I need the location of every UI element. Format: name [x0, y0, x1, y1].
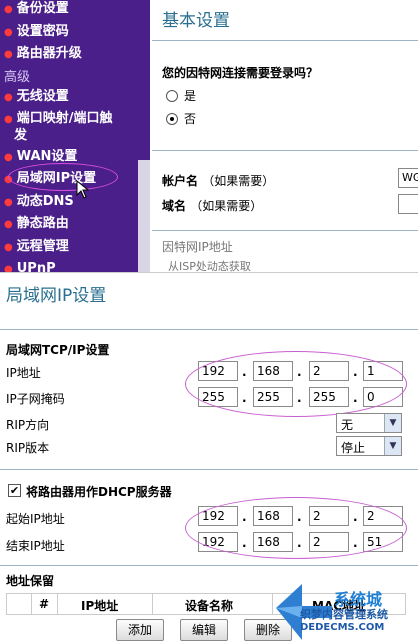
account-label: 帐户名 （如果需要） [162, 172, 274, 189]
sidebar-item-static-route[interactable]: ● 静态路由 [4, 215, 146, 233]
radio-no[interactable]: 否 [166, 110, 196, 127]
radio-label: 是 [184, 89, 197, 103]
start-ip-label: 起始IP地址 [6, 512, 65, 526]
chevron-down-icon[interactable]: ▼ [384, 437, 401, 455]
divider [152, 40, 418, 41]
ip-address-label: IP地址 [6, 366, 41, 380]
highlight-ellipse [8, 163, 118, 191]
sidebar-item-label: 备份设置 [16, 1, 69, 16]
rip-version-label: RIP版本 [6, 441, 50, 455]
col-header-number: # [39, 597, 50, 611]
domain-hint: （如果需要） [190, 199, 263, 213]
sidebar-item-label: 端口映射/端口触 [16, 111, 113, 126]
login-question: 您的因特网连接需要登录吗？ [162, 66, 319, 80]
rip-direction-label: RIP方向 [6, 418, 50, 432]
page-title: 基本设置 [162, 11, 230, 31]
chevron-down-icon[interactable]: ▼ [384, 414, 401, 432]
subnet-mask-label: IP子网掩码 [6, 392, 65, 406]
divider [152, 230, 418, 231]
sidebar-item-label: 静态路由 [16, 216, 69, 231]
highlight-ellipse [185, 351, 407, 417]
tcpip-section-title: 局域网TCP/IP设置 [6, 343, 110, 357]
account-label-text: 帐户名 [162, 174, 199, 188]
bullet-icon: ● [4, 27, 13, 38]
account-name-input[interactable]: WG [398, 168, 418, 188]
bullet-icon: ● [4, 242, 13, 253]
sidebar-item-label: UPnP [16, 261, 56, 272]
domain-label: 域名 （如果需要） [162, 197, 262, 214]
sidebar-item-remote-mgmt[interactable]: ● 远程管理 [4, 238, 146, 256]
col-header-device: 设备名称 [185, 599, 234, 613]
column-divider [31, 594, 32, 614]
end-ip-label: 结束IP地址 [6, 539, 65, 553]
radio-button[interactable] [166, 113, 178, 125]
bullet-icon: ● [4, 92, 13, 103]
sidebar-item-label: WAN设置 [16, 149, 78, 164]
domain-label-text: 域名 [162, 199, 187, 213]
sidebar-nav: ● 备份设置 ● 设置密码 ● 路由器升级 高级 ● 无线设置 ● 端口映射/端口触 发 … [0, 0, 150, 272]
sidebar-item-port-forwarding[interactable]: ● 端口映射/端口触 [4, 110, 146, 128]
watermark-text: 织梦内容管理系统 [300, 608, 388, 621]
domain-name-input[interactable] [398, 194, 418, 214]
rip-direction-select[interactable]: 无 ▼ [336, 413, 402, 433]
dhcp-option-partial[interactable]: 从ISP处动态获取 [168, 258, 251, 272]
edit-button[interactable]: 编辑 [180, 619, 228, 641]
internet-ip-section-title: 因特网IP地址 [162, 240, 233, 254]
sidebar-item-label: 路由器升级 [16, 46, 82, 61]
dhcp-checkbox-label: 将路由器用作DHCP服务器 [26, 485, 172, 499]
divider [0, 565, 418, 566]
radio-label: 否 [184, 112, 197, 126]
sidebar-heading-advanced: 高级 [4, 70, 31, 85]
sidebar-item-label: 远程管理 [16, 239, 69, 254]
sidebar-item-backup[interactable]: ● 备份设置 [4, 0, 146, 18]
router-basic-settings-screenshot: ● 备份设置 ● 设置密码 ● 路由器升级 高级 ● 无线设置 ● 端口映射/端口触 发 … [0, 0, 418, 272]
highlight-ellipse [185, 497, 407, 559]
divider [0, 329, 418, 330]
bullet-icon: ● [4, 152, 13, 163]
sidebar-item-upnp[interactable]: ● UPnP [4, 260, 146, 272]
address-reservation-title: 地址保留 [6, 574, 55, 588]
bullet-icon: ● [4, 114, 13, 125]
col-header-ip: IP地址 [81, 599, 119, 613]
select-value: 停止 [341, 441, 366, 455]
account-hint: （如果需要） [202, 174, 275, 188]
sidebar-item-label: 无线设置 [16, 89, 69, 104]
sidebar-item-password[interactable]: ● 设置密码 [4, 23, 146, 41]
bullet-icon: ● [4, 49, 13, 60]
sidebar-item-label: 动态DNS [16, 194, 74, 209]
divider [0, 469, 418, 470]
bullet-icon: ● [4, 264, 13, 272]
mouse-cursor-icon [76, 180, 90, 199]
basic-settings-panel: 基本设置 您的因特网连接需要登录吗？ 是 否 帐户名 （如果需要） WG 域名 … [152, 0, 418, 272]
add-button[interactable]: 添加 [116, 619, 164, 641]
column-divider [152, 594, 153, 614]
radio-button[interactable] [166, 90, 178, 102]
column-divider [57, 594, 58, 614]
rip-version-select[interactable]: 停止 ▼ [336, 436, 402, 456]
sidebar-item-port-forwarding-cont[interactable]: 发 [14, 127, 150, 144]
divider [152, 150, 418, 151]
bullet-icon: ● [4, 4, 13, 15]
page-title: 局域网IP设置 [6, 286, 107, 306]
bullet-icon: ● [4, 219, 13, 230]
sidebar-item-upgrade[interactable]: ● 路由器升级 [4, 45, 146, 63]
sidebar-item-ddns[interactable]: ● 动态DNS [4, 193, 146, 211]
sidebar-item-wireless[interactable]: ● 无线设置 [4, 88, 146, 106]
sidebar-scrollbar[interactable] [138, 160, 150, 272]
radio-yes[interactable]: 是 [166, 87, 196, 104]
dhcp-server-checkbox[interactable]: ✔ [8, 484, 21, 497]
bullet-icon: ● [4, 197, 13, 208]
watermark-url: DEDECMS.COM [300, 622, 385, 633]
sidebar-item-label: 设置密码 [16, 24, 69, 39]
select-value: 无 [341, 418, 354, 432]
